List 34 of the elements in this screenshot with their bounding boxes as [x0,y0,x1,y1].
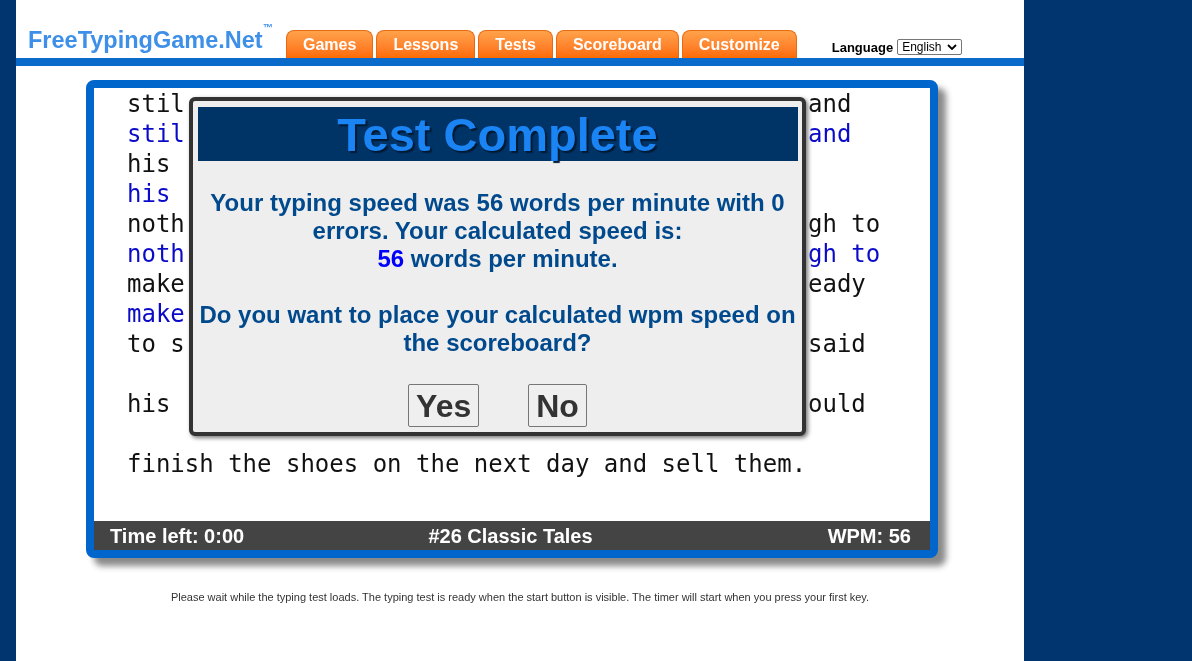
language-label: Language [831,38,894,57]
passage-text: finish the shoes on the next day and sell them. [127,450,807,478]
passage-text: to s [127,330,185,358]
typed-text: stil [127,120,185,148]
passage-text: gh to [808,210,881,238]
passage-text: ould [808,390,866,418]
loading-note: Please wait while the typing test loads. The typing test is ready when the start button is visible. The timer will start when you press your first key. [170,590,870,605]
passage-text: make [127,270,185,298]
passage-text: his [127,390,171,418]
passage-text: his [127,150,171,178]
test-title-text: #26 Classic Tales [428,524,593,549]
passage-text: said [808,330,866,358]
nav-tab[interactable]: Customize [681,30,797,58]
nav-tab[interactable]: Scoreboard [555,30,679,58]
decline-button[interactable]: No [528,384,587,427]
nav-tab[interactable]: Tests [478,30,553,58]
language-select[interactable]: English [897,39,962,56]
chevron-down-icon [946,44,957,51]
typed-text: his [127,180,171,208]
time-left-text: Time left: 0:00 [110,524,245,549]
result-message: Your typing speed was 56 words per minute with 0 errors. Your calculated speed is: 56 words per minute. [209,189,786,273]
confirm-button[interactable]: Yes [408,384,480,427]
passage-text: eady [808,270,866,298]
nav-tab[interactable]: Lessons [376,30,476,58]
scoreboard-question: Do you want to place your calculated wpm speed on the scoreboard? [198,301,797,357]
nav-tab[interactable]: Games [286,30,374,58]
typed-text: and [808,120,852,148]
passage-text: and [808,90,852,118]
passage-text: stil [127,90,185,118]
typed-text: noth [127,240,185,268]
typed-text: make [127,300,185,328]
typed-text: gh to [808,240,881,268]
passage-text: noth [127,210,185,238]
wpm-text: WPM: 56 [827,524,911,549]
